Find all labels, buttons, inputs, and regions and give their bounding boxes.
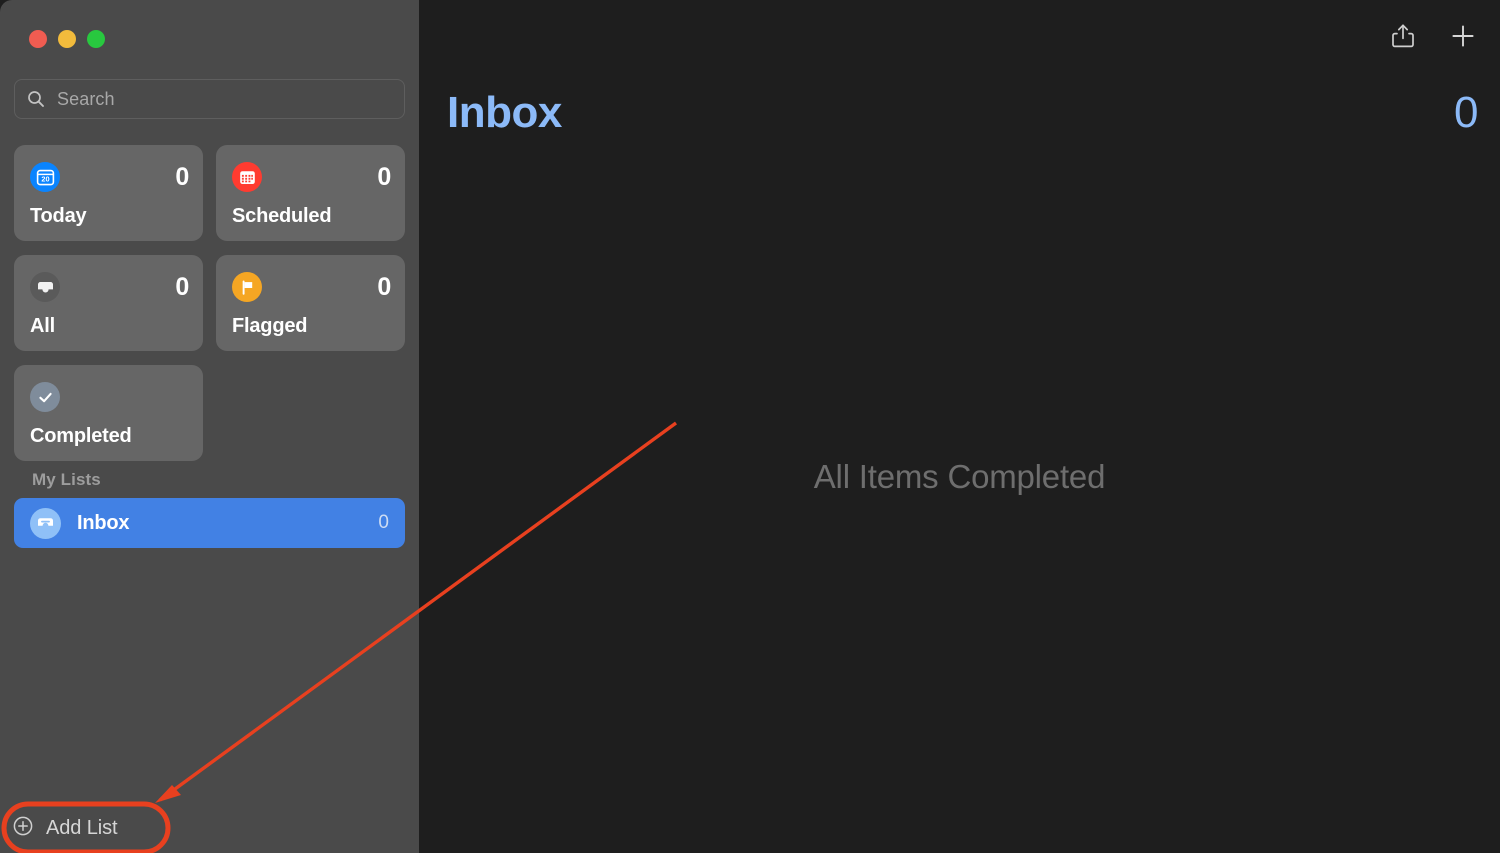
minimize-window-button[interactable] [58, 30, 76, 48]
inbox-icon [30, 507, 61, 539]
plus-circle-icon [12, 815, 34, 842]
inbox-tray-icon [30, 272, 60, 302]
card-top-row [30, 382, 189, 412]
empty-state-message: All Items Completed [813, 458, 1106, 495]
close-window-button[interactable] [29, 30, 47, 48]
card-top-row: 20 0 [30, 162, 189, 192]
smart-lists-row-3: Completed [14, 365, 405, 461]
smart-list-card-completed[interactable]: Completed [14, 365, 203, 461]
reminders-app-window: Search 20 0 Today 0 Scheduled 0 All 0 Fl… [0, 0, 1500, 853]
share-button[interactable] [1388, 20, 1418, 52]
sidebar-item-label-inbox: Inbox [77, 511, 130, 534]
share-icon [1392, 24, 1414, 48]
page-count: 0 [1454, 88, 1478, 137]
smart-list-card-flagged[interactable]: 0 Flagged [216, 255, 405, 351]
smart-list-card-scheduled[interactable]: 0 Scheduled [216, 145, 405, 241]
smart-lists-row-2: 0 All 0 Flagged [14, 255, 405, 351]
smart-list-count-flagged: 0 [377, 272, 391, 301]
smart-list-label-today: Today [30, 205, 87, 227]
search-input[interactable]: Search [14, 79, 405, 119]
search-placeholder: Search [57, 88, 115, 109]
sidebar: Search 20 0 Today 0 Scheduled 0 All 0 Fl… [0, 0, 419, 853]
smart-list-label-scheduled: Scheduled [232, 205, 332, 227]
add-list-button[interactable]: Add List [12, 810, 118, 846]
window-traffic-lights [29, 30, 105, 48]
plus-icon [1452, 25, 1474, 47]
smart-list-label-completed: Completed [30, 425, 132, 447]
new-reminder-button[interactable] [1448, 20, 1478, 52]
smart-lists-grid: 20 0 Today 0 Scheduled 0 All 0 Flagged C… [14, 145, 405, 475]
calendar-day-icon: 20 [30, 162, 60, 192]
sidebar-item-count-inbox: 0 [378, 512, 389, 533]
smart-list-count-all: 0 [175, 272, 189, 301]
smart-list-count-today: 0 [175, 162, 189, 191]
sidebar-item-inbox[interactable]: Inbox 0 [14, 498, 405, 548]
checkmark-icon [30, 382, 60, 412]
svg-text:20: 20 [41, 174, 49, 183]
add-list-label: Add List [46, 816, 118, 839]
flag-icon [232, 272, 262, 302]
smart-lists-row-1: 20 0 Today 0 Scheduled [14, 145, 405, 241]
smart-list-card-all[interactable]: 0 All [14, 255, 203, 351]
search-icon [27, 90, 45, 108]
main-panel: Inbox 0 All Items Completed [419, 0, 1500, 853]
smart-list-label-all: All [30, 315, 55, 337]
my-lists-header: My Lists [32, 470, 101, 489]
smart-list-count-scheduled: 0 [377, 162, 391, 191]
page-title: Inbox [447, 88, 562, 137]
main-toolbar [1388, 20, 1478, 52]
smart-list-card-today[interactable]: 20 0 Today [14, 145, 203, 241]
card-top-row: 0 [232, 272, 391, 302]
card-top-row: 0 [30, 272, 189, 302]
calendar-icon [232, 162, 262, 192]
card-top-row: 0 [232, 162, 391, 192]
maximize-window-button[interactable] [87, 30, 105, 48]
smart-list-label-flagged: Flagged [232, 315, 308, 337]
